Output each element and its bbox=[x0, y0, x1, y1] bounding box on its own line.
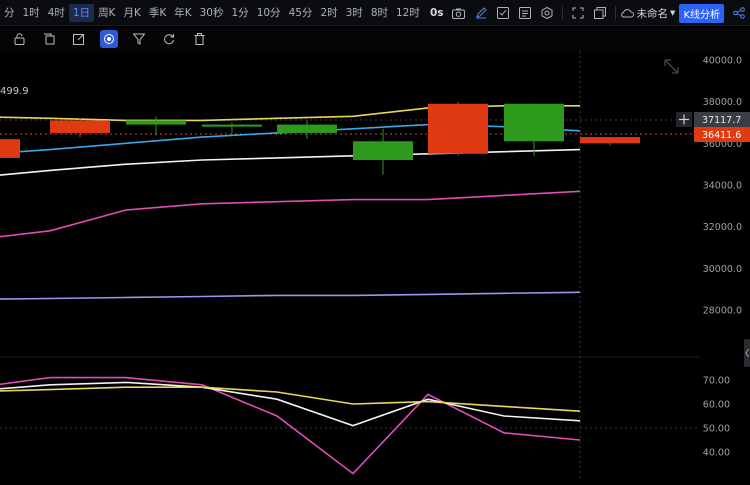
timeframe-8[interactable]: 30秒 bbox=[196, 4, 228, 22]
lock-icon[interactable] bbox=[10, 30, 28, 48]
template-name: 未命名 bbox=[636, 7, 669, 20]
timeframe-13[interactable]: 3时 bbox=[342, 4, 367, 22]
chevron-down-icon: ▼ bbox=[670, 9, 676, 17]
ma-yellow-line bbox=[0, 104, 580, 122]
timeframe-15[interactable]: 12时 bbox=[392, 4, 424, 22]
refresh-icon[interactable] bbox=[160, 30, 178, 48]
indicator-icon[interactable] bbox=[494, 4, 512, 22]
price-tick-label: 40000.0 bbox=[703, 56, 742, 67]
filter-icon[interactable] bbox=[130, 30, 148, 48]
chart-area[interactable]: 40000.0 38000.0 36000.0 34000.0 32000.0 30000… bbox=[0, 51, 750, 481]
timeframe-11[interactable]: 45分 bbox=[285, 4, 317, 22]
price-tick-label: 30000.0 bbox=[703, 264, 742, 275]
layout-icon[interactable] bbox=[516, 4, 534, 22]
drawing-toolbar bbox=[0, 27, 750, 51]
share-icon[interactable] bbox=[730, 4, 748, 22]
timeframe-12[interactable]: 2时 bbox=[316, 4, 341, 22]
right-toolbar: 0s 未命名 ▼ K线分析 bbox=[430, 0, 750, 26]
timeframe-2[interactable]: 4时 bbox=[44, 4, 69, 22]
copy-window-icon[interactable] bbox=[591, 4, 609, 22]
template-selector[interactable]: 未命名 ▼ bbox=[620, 6, 676, 21]
sub-tick-label: 60.00 bbox=[703, 400, 730, 411]
sub-tick-label: 70.00 bbox=[703, 376, 730, 387]
crosshair-price-text: 37117.7 bbox=[702, 115, 741, 126]
expand-icon[interactable] bbox=[664, 59, 679, 74]
price-tick-label: 32000.0 bbox=[703, 222, 742, 233]
sub-tick-label: 40.00 bbox=[703, 448, 730, 459]
candle-body bbox=[277, 124, 337, 133]
timeframe-14[interactable]: 8时 bbox=[367, 4, 392, 22]
price-tick-label: 38000.0 bbox=[703, 97, 742, 108]
partial-price-label: 499.9 bbox=[0, 86, 29, 97]
timeframe-9[interactable]: 1分 bbox=[228, 4, 253, 22]
fullscreen-icon[interactable] bbox=[569, 4, 587, 22]
settings-icon[interactable] bbox=[538, 4, 556, 22]
last-price-text: 36411.6 bbox=[702, 130, 741, 141]
sub-pink-line bbox=[0, 376, 581, 475]
chart-canvas[interactable]: 40000.038000.036000.034000.032000.030000… bbox=[0, 51, 750, 481]
brush-icon[interactable] bbox=[100, 30, 118, 48]
camera-icon[interactable] bbox=[450, 4, 468, 22]
kline-analysis-button[interactable]: K线分析 bbox=[679, 3, 724, 23]
timeframe-1[interactable]: 1时 bbox=[19, 4, 44, 22]
toolbar-separator bbox=[561, 6, 563, 20]
trash-icon[interactable] bbox=[190, 30, 208, 48]
candle-body bbox=[126, 120, 186, 125]
candle-body bbox=[504, 103, 564, 142]
candle-body bbox=[580, 137, 640, 144]
price-tick-label: 28000.0 bbox=[703, 306, 742, 317]
panel-collapse-handle[interactable] bbox=[744, 339, 750, 367]
edit-icon[interactable] bbox=[70, 30, 88, 48]
timeframe-10[interactable]: 10分 bbox=[253, 4, 285, 22]
top-toolbar: 分 1时 4时 1日 周K 月K 季K 年K 30秒 1分 10分 45分 2时 3时 8时 12时 0s 未… bbox=[0, 0, 750, 26]
candle-body bbox=[0, 139, 20, 158]
toolbar-separator bbox=[614, 6, 616, 20]
candle-body bbox=[428, 103, 488, 154]
timeframe-list: 分 1时 4时 1日 周K 月K 季K 年K 30秒 1分 10分 45分 2时 3时 8时 12时 bbox=[0, 0, 424, 26]
copy-icon[interactable] bbox=[40, 30, 58, 48]
price-tick-label: 34000.0 bbox=[703, 181, 742, 192]
ma-purple-line bbox=[0, 291, 581, 300]
candle-body bbox=[202, 124, 262, 127]
ma-pink-line bbox=[0, 190, 581, 238]
candle-body bbox=[353, 141, 413, 160]
countdown-label: 0s bbox=[429, 7, 444, 19]
timeframe-7[interactable]: 年K bbox=[170, 4, 195, 22]
timeframe-5[interactable]: 月K bbox=[119, 4, 144, 22]
cloud-icon bbox=[620, 9, 634, 18]
ma-white-line bbox=[0, 148, 581, 176]
timeframe-6[interactable]: 季K bbox=[145, 4, 170, 22]
pen-icon[interactable] bbox=[472, 4, 490, 22]
sub-tick-label: 50.00 bbox=[703, 424, 730, 435]
timeframe-4[interactable]: 周K bbox=[94, 4, 119, 22]
candle-body bbox=[50, 120, 110, 133]
timeframe-3[interactable]: 1日 bbox=[68, 3, 95, 22]
timeframe-0[interactable]: 分 bbox=[0, 4, 19, 22]
sub-yellow-line bbox=[0, 386, 581, 412]
